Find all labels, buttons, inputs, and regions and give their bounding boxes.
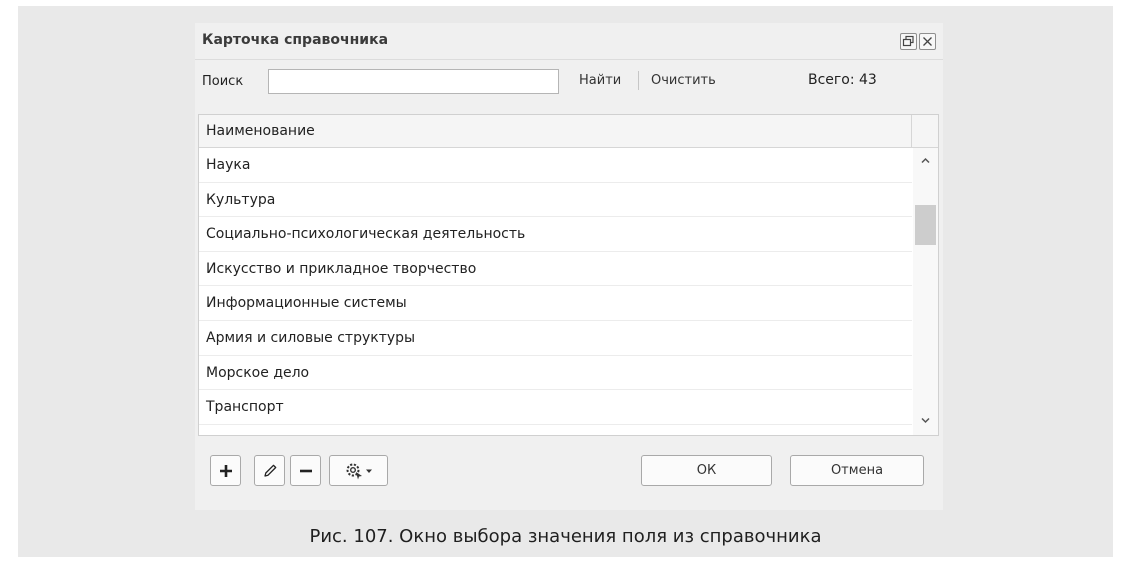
- restore-icon: [902, 35, 914, 47]
- grid-header: Наименование: [199, 115, 938, 148]
- search-bar: Поиск Найти Очистить Всего: 43: [195, 61, 943, 101]
- chevron-down-icon: [365, 469, 372, 473]
- close-button[interactable]: [919, 33, 936, 50]
- edit-button[interactable]: [254, 455, 285, 486]
- grid-rows: Наука Культура Социально-психологическая…: [199, 148, 912, 425]
- clear-button[interactable]: Очистить: [651, 73, 716, 88]
- directory-grid: Наименование Наука Культура Социально-пс…: [198, 114, 939, 436]
- total-count: Всего: 43: [808, 72, 877, 88]
- minus-icon: [299, 469, 312, 472]
- table-row[interactable]: Транспорт: [199, 390, 912, 425]
- table-row[interactable]: Армия и силовые структуры: [199, 321, 912, 356]
- column-header-name[interactable]: Наименование: [199, 115, 912, 147]
- pencil-icon: [263, 464, 276, 477]
- ok-button[interactable]: ОК: [641, 455, 772, 486]
- window-titlebar: Карточка справочника: [195, 23, 943, 60]
- directory-card-window: Карточка справочника Поиск Найти Очистит…: [195, 23, 943, 510]
- figure-caption: Рис. 107. Окно выбора значения поля из с…: [309, 526, 822, 547]
- add-button[interactable]: [210, 455, 241, 486]
- column-header-label: Наименование: [206, 123, 315, 139]
- remove-button[interactable]: [290, 455, 321, 486]
- chevron-down-icon[interactable]: [919, 414, 932, 427]
- actions-menu-button[interactable]: [329, 455, 388, 486]
- toolbar-divider: [638, 71, 639, 90]
- close-icon: [923, 37, 932, 46]
- table-row[interactable]: Культура: [199, 183, 912, 218]
- search-label: Поиск: [202, 74, 244, 89]
- cancel-button[interactable]: Отмена: [790, 455, 924, 486]
- restore-button[interactable]: [900, 33, 917, 50]
- settings-icon: [346, 463, 362, 479]
- table-row[interactable]: Морское дело: [199, 356, 912, 391]
- table-row[interactable]: Искусство и прикладное творчество: [199, 252, 912, 287]
- vertical-scrollbar[interactable]: [913, 148, 938, 435]
- table-row[interactable]: Социально-психологическая деятельность: [199, 217, 912, 252]
- table-row[interactable]: Информационные системы: [199, 286, 912, 321]
- plus-icon: [219, 464, 232, 477]
- find-button[interactable]: Найти: [579, 73, 621, 88]
- search-input[interactable]: [268, 69, 559, 94]
- window-footer: ОК Отмена: [195, 445, 943, 495]
- scrollbar-thumb[interactable]: [915, 205, 936, 245]
- window-title: Карточка справочника: [202, 32, 389, 48]
- table-row[interactable]: Наука: [199, 148, 912, 183]
- chevron-up-icon[interactable]: [919, 154, 932, 167]
